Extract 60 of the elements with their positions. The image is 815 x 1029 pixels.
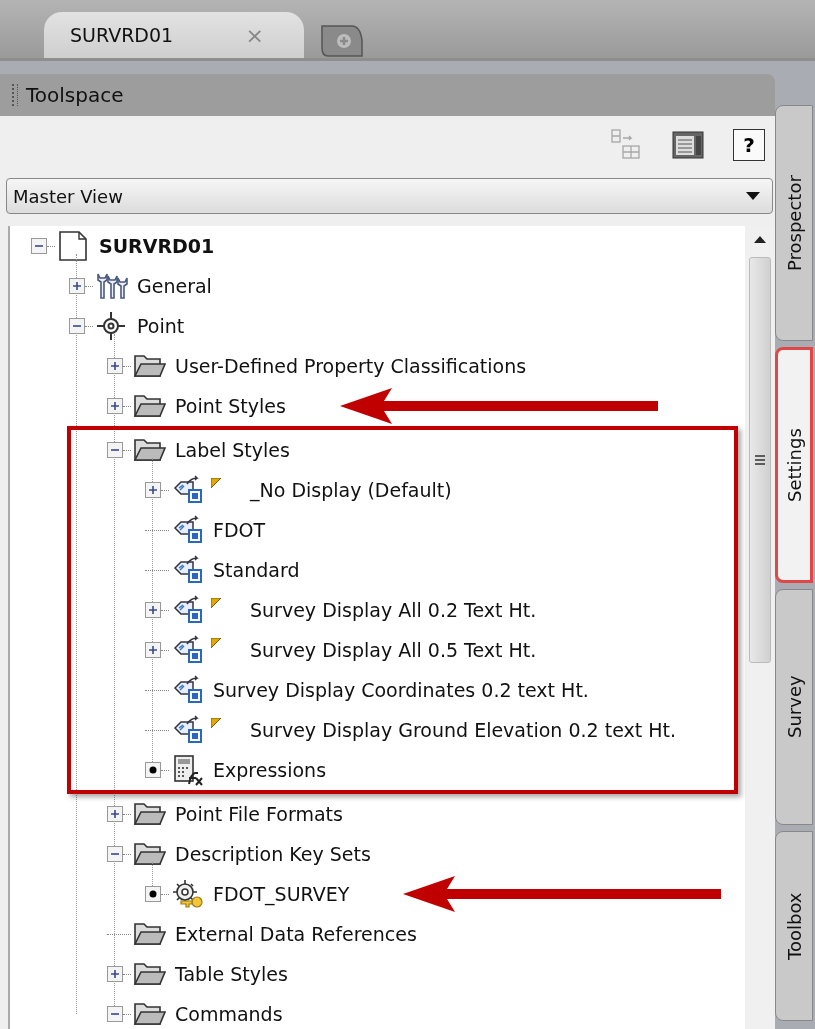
collapse-button[interactable] (31, 238, 47, 254)
tree-item[interactable]: Point Styles (173, 395, 286, 417)
document-tab[interactable]: SURVRD01 × (44, 12, 304, 58)
scroll-up-icon[interactable] (754, 236, 766, 243)
tree-item[interactable]: Survey Display All 0.5 Text Ht. (248, 639, 537, 661)
expand-button[interactable] (69, 278, 85, 294)
collapse-button[interactable] (69, 318, 85, 334)
expand-button[interactable] (107, 966, 123, 982)
side-tab[interactable]: Toolbox (775, 831, 813, 1021)
label-style-icon (171, 634, 205, 666)
tree-item[interactable]: General (135, 275, 212, 297)
tree-item[interactable]: SURVRD01 (97, 235, 215, 257)
drag-grip-icon[interactable] (12, 84, 18, 106)
node-bullet-button[interactable] (145, 886, 161, 902)
tree-item[interactable]: FDOT_SURVEY (211, 883, 350, 905)
tree-item[interactable]: External Data References (173, 923, 417, 945)
calculator-fx-icon (171, 754, 205, 786)
view-dropdown[interactable]: Master View (6, 178, 773, 214)
collapse-button[interactable] (107, 846, 123, 862)
label-style-icon (171, 594, 205, 626)
palette-title: Toolspace (26, 83, 124, 107)
label-style-icon (171, 674, 205, 706)
tree-item[interactable]: User-Defined Property Classifications (173, 355, 527, 377)
tree-item[interactable]: Survey Display Ground Elevation 0.2 text Ht. (248, 719, 676, 741)
panel-icon[interactable] (671, 130, 705, 160)
collapse-button[interactable] (107, 442, 123, 458)
side-tab[interactable]: Prospector (775, 105, 813, 341)
scrollbar[interactable] (745, 226, 775, 1029)
expand-button[interactable] (145, 642, 161, 658)
tree-item[interactable]: Label Styles (173, 439, 290, 461)
expand-button[interactable] (145, 482, 161, 498)
side-tab[interactable]: Settings (775, 347, 813, 583)
expand-button[interactable] (107, 398, 123, 414)
side-tab[interactable]: Survey (775, 589, 813, 825)
tree-item[interactable]: Survey Display Coordinates 0.2 text Ht. (211, 679, 589, 701)
tree-item[interactable]: Expressions (211, 759, 327, 781)
tree-item[interactable]: Survey Display All 0.2 Text Ht. (248, 599, 537, 621)
expand-button[interactable] (107, 806, 123, 822)
tree-item[interactable]: _No Display (Default) (248, 479, 452, 501)
label-style-icon (171, 714, 205, 746)
tree-item[interactable]: Standard (211, 559, 300, 581)
tree-item[interactable]: Description Key Sets (173, 843, 371, 865)
new-tab-icon[interactable] (318, 24, 364, 58)
tree-item[interactable]: FDOT (211, 519, 266, 541)
grip-icon (755, 455, 765, 465)
gear-key-icon (171, 878, 205, 910)
expand-button[interactable] (145, 602, 161, 618)
expand-button[interactable] (107, 358, 123, 374)
label-style-icon (171, 474, 205, 506)
caret-icon (746, 192, 760, 200)
label-style-icon (171, 514, 205, 546)
collapse-button[interactable] (107, 1006, 123, 1022)
tree-item[interactable]: Point (135, 315, 185, 337)
scroll-thumb[interactable] (749, 257, 771, 663)
node-bullet-button[interactable] (145, 762, 161, 778)
label-style-icon (171, 554, 205, 586)
help-button[interactable]: ? (733, 129, 765, 161)
tree-item[interactable]: Point File Formats (173, 803, 343, 825)
tree-item[interactable]: Table Styles (173, 963, 288, 985)
tree-item[interactable]: Commands (173, 1003, 283, 1025)
